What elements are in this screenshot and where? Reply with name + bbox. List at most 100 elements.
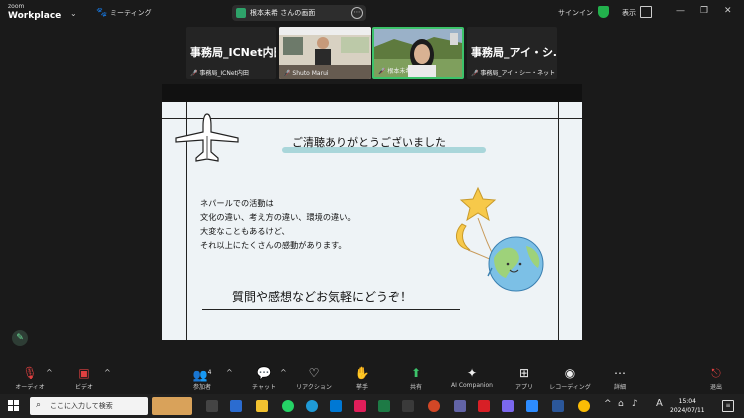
participants-chevron-icon[interactable]: ^ xyxy=(226,368,233,377)
participant-tile[interactable]: 事務局_ICNet内田 🎤̸ 事務局_ICNet内田 xyxy=(186,27,276,79)
app-icon[interactable] xyxy=(502,400,514,412)
outlook-icon[interactable] xyxy=(230,400,242,412)
share-button[interactable]: ⬆ 共有 xyxy=(386,360,446,394)
leave-door-icon: ⎋ xyxy=(711,366,721,380)
airplane-icon xyxy=(175,113,239,162)
mail-icon[interactable] xyxy=(330,400,342,412)
participant-tile-active-speaker[interactable]: 🎤̸ 根本未希 xyxy=(372,27,464,79)
share-label: 共有 xyxy=(409,384,422,391)
shield-icon[interactable] xyxy=(598,6,609,18)
windows-taskbar: ⌕ ここに入力して検索 ^ ⌂ ♪ A 15:04 2024/07/11 ≡ xyxy=(0,394,744,418)
participant-label: 🎤̸ 根本未希 xyxy=(378,68,412,75)
participants-label: 参加者 xyxy=(192,384,211,391)
muted-mic-icon: 🎤̸ xyxy=(283,70,291,77)
balloon-earth-illustration xyxy=(455,186,544,292)
video-options-chevron-icon[interactable]: ^ xyxy=(104,368,111,377)
participant-tile-video[interactable]: 🎤̸ Shuto Marui xyxy=(279,27,371,79)
audio-options-chevron-icon[interactable]: ^ xyxy=(46,368,53,377)
share-up-arrow-icon: ⬆ xyxy=(410,366,422,380)
chevron-down-icon[interactable]: ⌄ xyxy=(70,9,77,18)
app-logo: Workplace xyxy=(8,11,62,21)
clock-time: 15:04 xyxy=(678,398,696,405)
paw-icon: 🐾 xyxy=(96,8,108,18)
video-label: ビデオ xyxy=(74,384,93,391)
leave-label: 退出 xyxy=(709,384,722,391)
search-placeholder: ここに入力して検索 xyxy=(50,402,113,410)
participants-count: 4 xyxy=(207,369,212,376)
clock-date: 2024/07/11 xyxy=(670,407,705,414)
participant-label: 🎤̸ Shuto Marui xyxy=(283,70,329,77)
participants-button[interactable]: 👥4 参加者 xyxy=(172,360,232,394)
view-menu[interactable]: 表示 xyxy=(622,8,636,18)
share-title: 根本未希 さんの画面 xyxy=(250,9,316,17)
meeting-toolbar: 🎙 オーディオ ^ ▣ ビデオ ^ 👥4 参加者 ^ 💬 チャット ^ ♡ リア… xyxy=(0,360,744,394)
muted-mic-icon: 🎤̸ xyxy=(190,70,198,77)
chrome-icon[interactable] xyxy=(578,400,590,412)
windows-start-icon[interactable] xyxy=(8,400,20,412)
slide-closing-text: 質問や感想などお気軽にどうぞ！ xyxy=(232,290,413,304)
raise-hand-label: 挙手 xyxy=(355,384,368,391)
more-label: 詳細 xyxy=(613,384,626,391)
participant-label: 🎤̸ 事務局_アイ・シー・ネット xyxy=(471,70,556,77)
taskbar-search-box[interactable]: ⌕ ここに入力して検索 xyxy=(30,397,148,415)
news-widget-icon[interactable] xyxy=(152,397,192,415)
network-icon[interactable]: ⌂ xyxy=(618,399,624,409)
participant-tile[interactable]: 事務局_アイ・シ… 🎤̸ 事務局_アイ・シー・ネット xyxy=(467,27,557,79)
share-indicator[interactable]: 根本未希 さんの画面 ⋯ xyxy=(232,5,366,21)
annotate-pencil-icon[interactable]: ✎ xyxy=(12,330,28,346)
participant-name: 事務局_ICNet内田 xyxy=(190,46,276,59)
ai-companion-label: AI Companion xyxy=(451,382,493,389)
taskbar-clock[interactable]: 15:04 2024/07/11 xyxy=(670,397,705,415)
sign-in-link[interactable]: サインイン xyxy=(558,8,593,18)
more-button[interactable]: ⋯ 詳細 xyxy=(590,360,650,394)
whatsapp-icon[interactable] xyxy=(282,400,294,412)
more-dots-icon: ⋯ xyxy=(614,366,626,380)
word-icon[interactable] xyxy=(552,400,564,412)
restore-icon[interactable]: ❐ xyxy=(700,6,708,16)
audio-label: オーディオ xyxy=(15,384,45,391)
search-icon: ⌕ xyxy=(36,400,42,410)
task-view-icon[interactable] xyxy=(206,400,218,412)
audio-button[interactable]: 🎙 オーディオ xyxy=(0,360,60,394)
slide-border-right xyxy=(558,102,559,340)
slide-body-line: ネパールでの活動は xyxy=(200,198,274,208)
muted-mic-icon: 🎤̸ xyxy=(378,68,386,75)
close-icon[interactable]: ✕ xyxy=(724,6,732,16)
tray-up-chevron-icon[interactable]: ^ xyxy=(604,399,612,409)
app-icon[interactable] xyxy=(402,400,414,412)
edge-icon[interactable] xyxy=(306,400,318,412)
slide-title: ご清聴ありがとうございました xyxy=(292,136,446,149)
slide-body: ネパールでの活動は 文化の違い、考え方の違い、環境の違い。 大変なこともあるけど… xyxy=(200,196,356,252)
teams-icon[interactable] xyxy=(454,400,466,412)
slide-body-line: 大変なこともあるけど、 xyxy=(200,226,290,236)
meeting-label: ミーティング xyxy=(110,9,152,17)
raise-hand-button[interactable]: ✋ 挙手 xyxy=(332,360,392,394)
leave-button[interactable]: ⎋ 退出 xyxy=(686,360,744,394)
share-screen-icon xyxy=(236,8,246,18)
acrobat-icon[interactable] xyxy=(478,400,490,412)
minimize-icon[interactable]: — xyxy=(676,6,685,16)
ai-companion-button[interactable]: ✦ AI Companion xyxy=(442,360,502,394)
slack-icon[interactable] xyxy=(354,400,366,412)
hand-icon: ✋ xyxy=(354,366,370,380)
notification-icon[interactable]: ≡ xyxy=(722,400,734,412)
zoom-icon[interactable] xyxy=(526,400,538,412)
excel-icon[interactable] xyxy=(378,400,390,412)
grid-view-icon[interactable] xyxy=(640,6,652,18)
file-explorer-icon[interactable] xyxy=(256,400,268,412)
participant-label: 🎤̸ 事務局_ICNet内田 xyxy=(190,70,249,77)
muted-mic-icon: 🎤̸ xyxy=(471,70,479,77)
title-bar: zoom Workplace ⌄ 🐾 ミーティング 根本未希 さんの画面 ⋯ サ… xyxy=(0,0,744,26)
slide-body-line: 文化の違い、考え方の違い、環境の違い。 xyxy=(200,212,356,222)
more-options-icon[interactable]: ⋯ xyxy=(351,7,363,19)
volume-icon[interactable]: ♪ xyxy=(632,399,638,409)
app-logo-top: zoom xyxy=(8,3,25,10)
participant-name: 事務局_アイ・シ… xyxy=(471,46,557,59)
slide-body-line: それ以上にたくさんの感動があります。 xyxy=(200,240,347,250)
sparkle-icon: ✦ xyxy=(466,366,478,380)
powerpoint-icon[interactable] xyxy=(428,400,440,412)
ime-mode-icon[interactable]: A xyxy=(656,398,663,409)
video-button[interactable]: ▣ ビデオ xyxy=(54,360,114,394)
closing-underline xyxy=(202,309,460,310)
people-icon: 👥4 xyxy=(192,368,212,382)
